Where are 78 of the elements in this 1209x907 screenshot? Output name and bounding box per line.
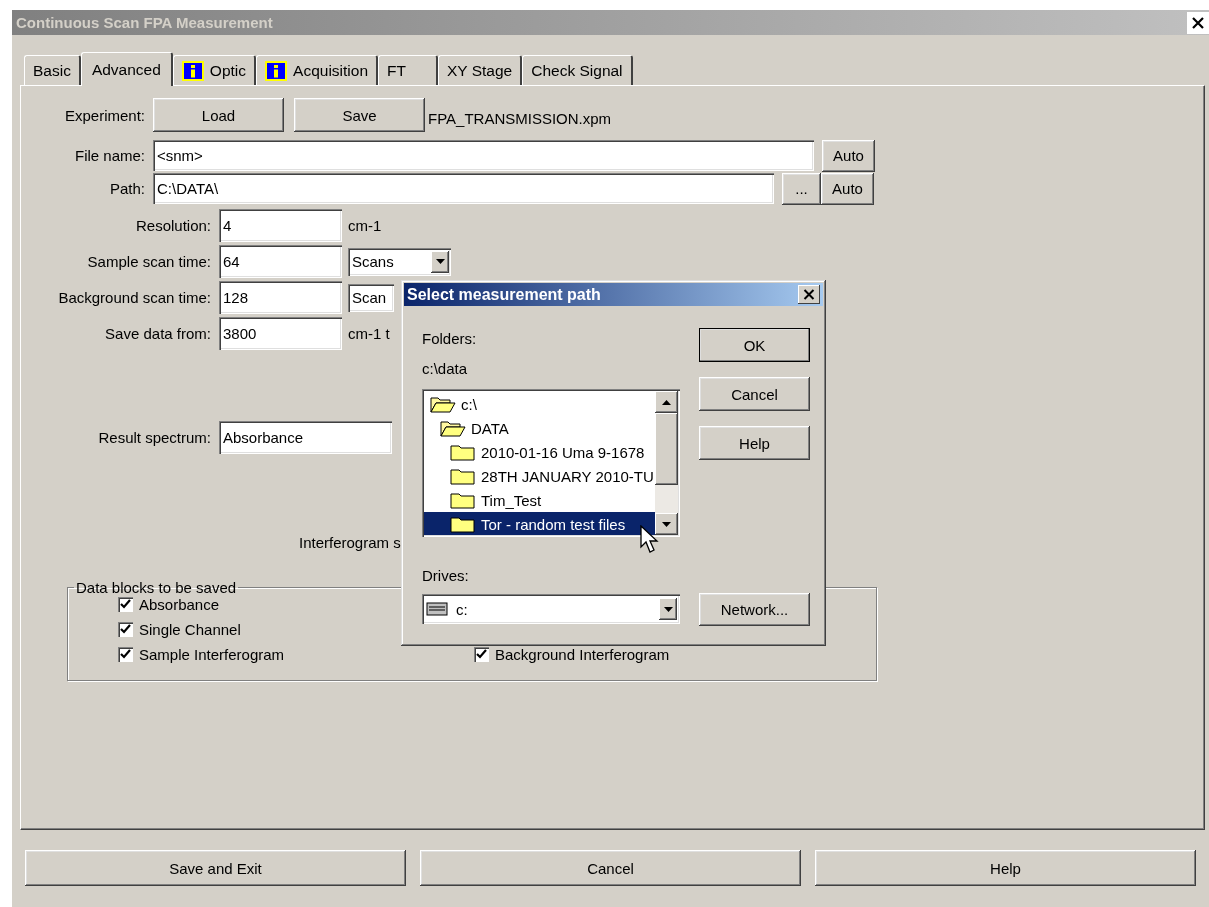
auto-button[interactable]: Auto [821,172,874,205]
number-field[interactable]: 64 [219,245,342,278]
folder-icon [450,467,476,485]
folder-icon [440,419,466,437]
folder-item[interactable]: 28TH JANUARY 2010-TU [424,464,655,488]
number-field[interactable]: 128 [219,281,342,314]
field-label: Sample scan time: [86,253,211,270]
unit-dropdown[interactable]: Scan [348,283,394,312]
info-icon [265,60,288,81]
unit-label: cm-1 [348,217,382,234]
drive-icon [426,602,448,616]
field-label: Resolution: [134,217,211,234]
network-button[interactable]: Network... [699,593,810,626]
save-button[interactable]: Save [294,98,425,132]
tab[interactable]: Acquisition [256,55,378,85]
folder-item[interactable]: DATA [424,416,655,440]
close-button[interactable] [798,285,820,304]
info-icon [181,60,204,81]
group-title: Data blocks to be saved [75,579,238,596]
folder-icon [430,395,456,413]
folder-icon [450,515,476,533]
close-icon [1191,15,1205,30]
checkbox[interactable] [118,622,133,637]
unit-dropdown[interactable]: Scans [348,247,451,276]
folder-item[interactable]: c:\ [424,392,655,416]
dialog-title: Select measurement path [407,285,601,304]
tab[interactable]: Check Signal [522,55,633,85]
field-label: Interferogram s [299,533,401,551]
folder-item[interactable]: Tim_Test [424,488,655,512]
close-button[interactable] [1187,11,1209,34]
folder-item[interactable]: Tor - random test files [424,512,655,535]
footer-button[interactable]: Save and Exit [25,850,406,886]
field-label: Save data from: [104,325,211,342]
down-arrow-icon [662,521,671,527]
tab[interactable]: Advanced [80,52,173,86]
field-label: Experiment: [63,106,145,124]
number-field[interactable]: 4 [219,209,342,242]
caret-icon [663,606,673,612]
checkbox-label: Absorbance [139,596,220,613]
field-label: File name: [73,147,145,164]
scrollbar[interactable] [655,391,678,535]
folder-icon [450,491,476,509]
close-icon [803,289,815,300]
field-label: Path: [108,180,145,197]
path-field[interactable]: C:\DATA\ [153,173,774,204]
tab[interactable]: Optic [172,55,257,85]
dialog-button[interactable]: Help [699,426,810,460]
caret-icon [435,259,445,264]
browse-button[interactable]: ... [782,172,821,205]
checkbox-label: Single Channel [139,621,241,638]
checkbox-label: Sample Interferogram [139,646,285,663]
result-spectrum-dropdown[interactable]: Absorbance [219,421,392,454]
dialog-button[interactable]: OK [699,328,810,362]
load-button[interactable]: Load [153,98,284,132]
field-label: Result spectrum: [97,429,211,446]
dialog-button[interactable]: Cancel [699,377,810,411]
drive-dropdown[interactable]: c: [422,594,680,624]
drives-label: Drives: [422,567,470,586]
current-path: c:\data [422,360,469,379]
checkbox[interactable] [118,647,133,662]
checkbox[interactable] [474,647,489,662]
up-arrow-icon [662,399,671,405]
tab[interactable]: XY Stage [438,55,523,85]
folders-label: Folders: [422,330,478,349]
folder-item[interactable]: 2010-01-16 Uma 9-1678 [424,440,655,464]
unit-label: cm-1 t [348,325,390,342]
field-label: Background scan time: [57,289,211,306]
folder-icon [450,443,476,461]
checkbox-label: Background Interferogram [495,646,670,663]
auto-button[interactable]: Auto [822,139,875,172]
number-field[interactable]: 3800 [219,317,342,350]
window-title: Continuous Scan FPA Measurement [16,14,273,31]
footer-button[interactable]: Cancel [420,850,801,886]
tab[interactable]: FT [378,55,438,85]
checkbox[interactable] [118,597,133,612]
footer-button[interactable]: Help [815,850,1196,886]
file-name-field[interactable]: <snm> [153,140,814,171]
experiment-file-name: FPA_TRANSMISSION.xpm [428,109,612,127]
